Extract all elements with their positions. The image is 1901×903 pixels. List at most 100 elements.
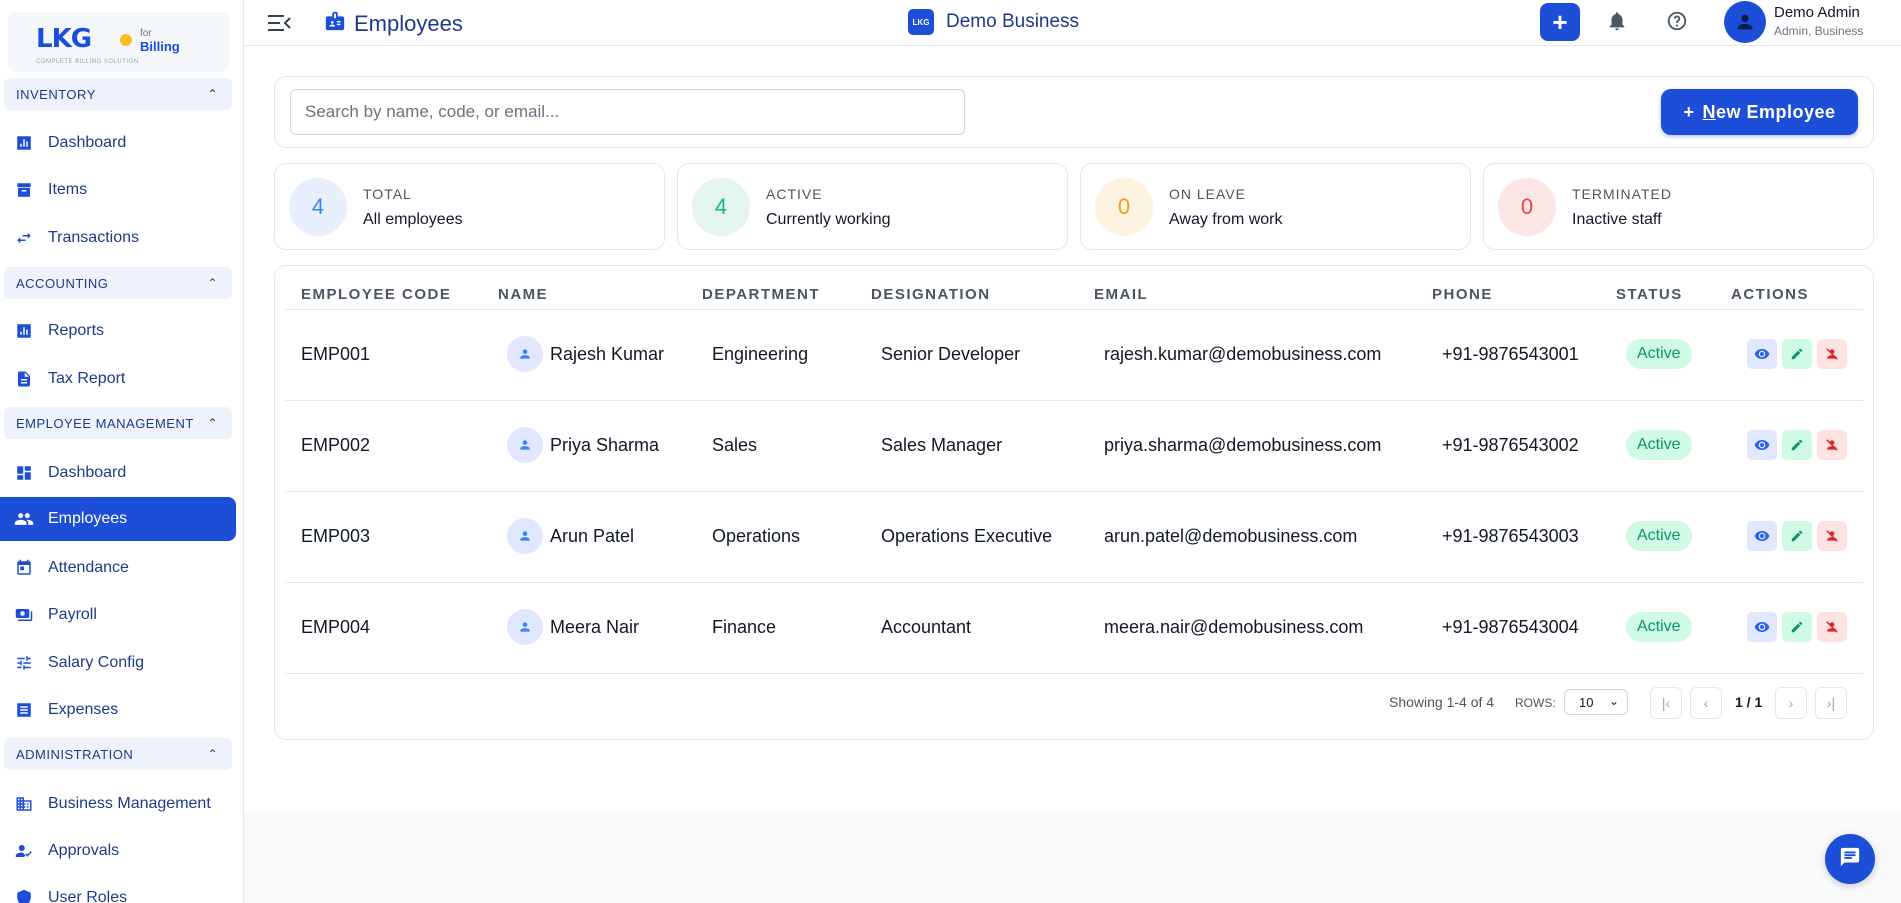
user-role: Admin, Business xyxy=(1774,24,1864,38)
employee-name: Meera Nair xyxy=(550,617,640,637)
terminate-button[interactable] xyxy=(1817,339,1847,369)
chevron-up-icon: ⌃ xyxy=(207,87,218,101)
sidebar-item-items[interactable]: Items xyxy=(0,168,236,212)
sidebar-item-reports[interactable]: Reports xyxy=(0,309,236,353)
terminate-button[interactable] xyxy=(1817,430,1847,460)
terminate-button[interactable] xyxy=(1817,521,1847,551)
sidebar-item-attendance[interactable]: Attendance xyxy=(0,546,236,590)
sidebar-item-label: Attendance xyxy=(48,559,129,576)
sidebar: LKG for Billing COMPLETE BILLING SOLUTIO… xyxy=(0,0,244,903)
payments-icon xyxy=(14,605,34,625)
quick-add-button[interactable]: + xyxy=(1540,3,1580,41)
bell-icon[interactable] xyxy=(1606,10,1630,34)
sidebar-item-employees[interactable]: Employees xyxy=(0,497,236,541)
person-icon xyxy=(507,609,543,645)
sidebar-item-label: Business Management xyxy=(48,795,211,812)
employee-designation: Sales Manager xyxy=(881,435,1003,455)
sidebar-item-label: Transactions xyxy=(48,229,139,246)
next-page-button[interactable]: › xyxy=(1775,687,1807,719)
column-header-phone[interactable]: PHONE xyxy=(1432,286,1493,303)
sidebar-item-business-management[interactable]: Business Management xyxy=(0,782,236,826)
chevron-up-icon: ⌃ xyxy=(207,416,218,430)
chat-icon xyxy=(1839,846,1861,873)
table-row[interactable]: EMP003 Arun Patel Operations Operations … xyxy=(285,492,1863,583)
topbar: Employees LKG Demo Business + Demo Admin… xyxy=(244,0,1901,46)
table-row[interactable]: EMP002 Priya Sharma Sales Sales Manager … xyxy=(285,401,1863,492)
employee-department: Sales xyxy=(712,435,758,455)
page-indicator: 1 / 1 xyxy=(1735,694,1763,710)
archive-box-icon xyxy=(14,180,34,200)
pagination-summary: Showing 1-4 of 4 xyxy=(1389,694,1495,710)
edit-button[interactable] xyxy=(1782,521,1812,551)
sidebar-item-salary-config[interactable]: Salary Config xyxy=(0,641,236,685)
column-header-code[interactable]: EMPLOYEE CODE xyxy=(301,286,451,303)
sidebar-item-user-roles[interactable]: User Roles xyxy=(0,876,236,903)
view-button[interactable] xyxy=(1747,521,1777,551)
first-page-button[interactable]: |‹ xyxy=(1650,687,1682,719)
section-header-administration[interactable]: ADMINISTRATION ⌃ xyxy=(4,738,232,770)
business-switcher[interactable]: LKG Demo Business xyxy=(908,9,1079,35)
status-badge: Active xyxy=(1626,430,1692,460)
new-employee-button[interactable]: + New Employee xyxy=(1661,89,1858,135)
column-header-designation[interactable]: DESIGNATION xyxy=(871,286,991,303)
sidebar-item-approvals[interactable]: Approvals xyxy=(0,829,236,873)
employee-email: priya.sharma@demobusiness.com xyxy=(1104,435,1382,455)
rows-per-page-select[interactable]: 10 ⌄ xyxy=(1564,689,1628,715)
edit-button[interactable] xyxy=(1782,430,1812,460)
sidebar-item-label: Tax Report xyxy=(48,370,126,387)
first-page-icon: |‹ xyxy=(1661,695,1671,711)
stat-label: ACTIVE xyxy=(766,186,823,202)
employee-designation: Operations Executive xyxy=(881,526,1053,546)
section-header-accounting[interactable]: ACCOUNTING ⌃ xyxy=(4,267,232,299)
sidebar-item-label: Salary Config xyxy=(48,654,145,671)
user-avatar[interactable] xyxy=(1724,1,1766,43)
bar-chart-icon xyxy=(14,133,34,153)
section-label: ACCOUNTING xyxy=(16,275,109,291)
view-button[interactable] xyxy=(1747,430,1777,460)
brand-logo[interactable]: LKG for Billing COMPLETE BILLING SOLUTIO… xyxy=(8,12,229,72)
view-button[interactable] xyxy=(1747,339,1777,369)
table-row[interactable]: EMP004 Meera Nair Finance Accountant mee… xyxy=(285,583,1863,674)
edit-button[interactable] xyxy=(1782,339,1812,369)
status-badge: Active xyxy=(1626,612,1692,642)
person-check-icon xyxy=(14,841,34,861)
column-header-name[interactable]: NAME xyxy=(498,286,548,303)
table-row[interactable]: EMP001 Rajesh Kumar Engineering Senior D… xyxy=(285,310,1863,401)
sidebar-item-payroll[interactable]: Payroll xyxy=(0,593,236,637)
person-icon xyxy=(507,518,543,554)
sidebar-item-label: Items xyxy=(48,181,88,198)
section-header-employee-management[interactable]: EMPLOYEE MANAGEMENT ⌃ xyxy=(4,407,232,439)
logo-text: LKG xyxy=(36,24,92,54)
sidebar-item-tax-report[interactable]: Tax Report xyxy=(0,357,236,401)
last-page-button[interactable]: ›| xyxy=(1815,687,1847,719)
section-label: ADMINISTRATION xyxy=(16,746,134,762)
badge-id-icon xyxy=(324,10,346,37)
rows-label: ROWS: xyxy=(1515,696,1556,710)
column-header-email[interactable]: EMAIL xyxy=(1094,286,1148,303)
sidebar-item-inventory-dashboard[interactable]: Dashboard xyxy=(0,121,236,165)
terminate-button[interactable] xyxy=(1817,612,1847,642)
menu-collapse-icon[interactable] xyxy=(268,12,292,34)
view-button[interactable] xyxy=(1747,612,1777,642)
section-label: EMPLOYEE MANAGEMENT xyxy=(16,415,194,431)
sidebar-item-expenses[interactable]: Expenses xyxy=(0,688,236,732)
sidebar-item-employee-dashboard[interactable]: Dashboard xyxy=(0,451,236,495)
section-header-inventory[interactable]: INVENTORY ⌃ xyxy=(4,78,232,110)
user-name[interactable]: Demo Admin xyxy=(1774,4,1860,21)
status-badge: Active xyxy=(1626,339,1692,369)
search-input[interactable] xyxy=(290,89,965,135)
column-header-status[interactable]: STATUS xyxy=(1616,286,1683,303)
sliders-icon xyxy=(14,653,34,673)
employee-phone: +91-9876543004 xyxy=(1442,617,1579,637)
employee-code: EMP004 xyxy=(301,617,371,637)
chat-button[interactable] xyxy=(1825,834,1875,884)
stat-subtitle: All employees xyxy=(363,211,463,228)
prev-page-button[interactable]: ‹ xyxy=(1690,687,1722,719)
sidebar-item-transactions[interactable]: Transactions xyxy=(0,216,236,260)
column-header-department[interactable]: DEPARTMENT xyxy=(702,286,820,303)
edit-button[interactable] xyxy=(1782,612,1812,642)
help-icon[interactable] xyxy=(1666,10,1690,34)
page-title-wrap: Employees xyxy=(324,10,463,37)
sidebar-item-label: Dashboard xyxy=(48,464,127,481)
sidebar-item-label: Expenses xyxy=(48,701,119,718)
